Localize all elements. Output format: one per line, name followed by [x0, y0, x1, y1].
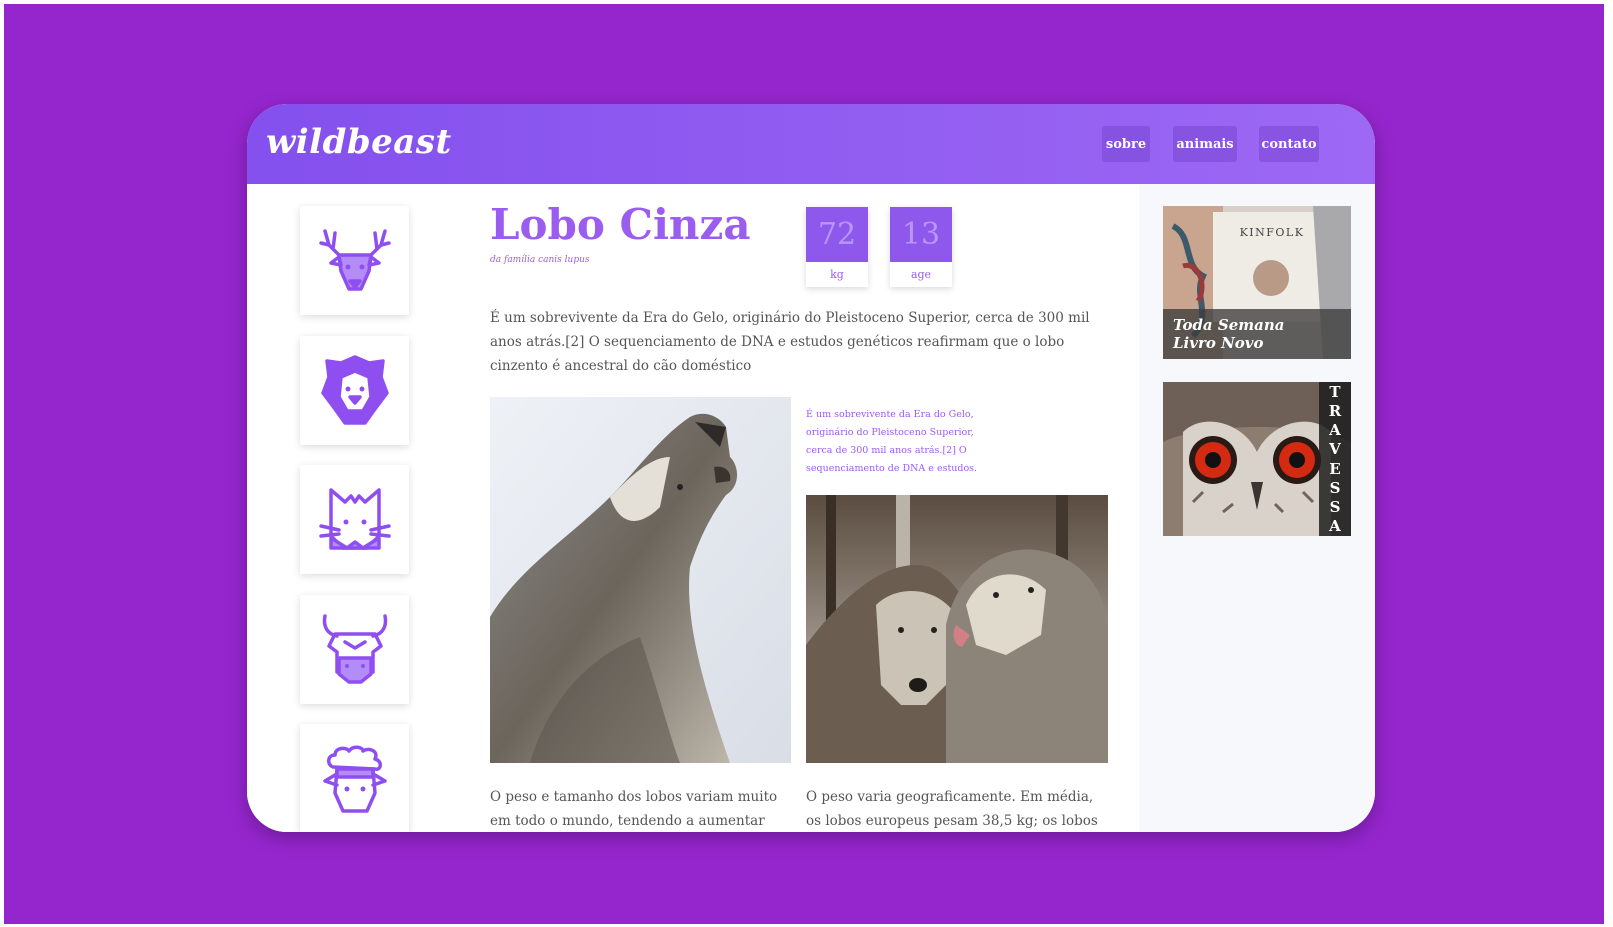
age-unit: age	[910, 268, 932, 281]
sidebar-item-lion[interactable]	[300, 336, 409, 445]
side-quote: É um sobrevivente da Era do Gelo, origin…	[806, 409, 978, 474]
sidebar-item-deer[interactable]	[300, 206, 409, 315]
header-bar: wildbeast sobre animais contato	[247, 104, 1375, 184]
nav-contato[interactable]: contato	[1259, 126, 1319, 162]
age-stat: 13 age	[890, 207, 952, 287]
ad1-line1: Toda Semana	[1173, 316, 1285, 334]
ad-travessa[interactable]: T R A V E S S A	[1163, 382, 1351, 536]
sidebar-item-sheep[interactable]	[300, 724, 409, 832]
sheep-icon	[322, 745, 387, 813]
paragraph-right: O peso varia geograficamente. Em média, …	[806, 789, 1098, 829]
ad2-letter: A	[1329, 516, 1341, 535]
deer-icon	[318, 228, 391, 291]
ad2-letter: E	[1329, 459, 1341, 478]
sidebar-item-cat[interactable]	[300, 465, 409, 574]
wolf-howling-photo	[490, 397, 791, 763]
ad1-brand: KINFOLK	[1240, 226, 1305, 239]
ad1-caption: Toda Semana Livro Novo	[1163, 309, 1351, 359]
weight-unit: kg	[830, 268, 844, 281]
ad2-letter: T	[1329, 383, 1341, 402]
browser-window: wildbeast sobre animais contato Lobo Cin…	[247, 104, 1375, 832]
ad-kinfolk[interactable]: KINFOLK Toda Semana Livro Novo	[1163, 206, 1351, 359]
ad2-band: T R A V E S S A	[1319, 382, 1351, 536]
page-subtitle: da família canis lupus	[490, 255, 590, 265]
age-value: 13	[890, 207, 952, 262]
animal-sidebar	[247, 184, 467, 832]
ad1-line2: Livro Novo	[1173, 334, 1264, 352]
two-wolves-photo	[806, 495, 1108, 763]
nav-animais[interactable]: animais	[1173, 126, 1237, 162]
ad2-letter: V	[1329, 440, 1341, 459]
ad2-letter: R	[1328, 402, 1342, 421]
nav-sobre[interactable]: sobre	[1102, 126, 1150, 162]
cat-icon	[318, 487, 391, 550]
sidebar-item-cow[interactable]	[300, 595, 409, 704]
cow-icon	[322, 613, 387, 684]
paragraph-left: O peso e tamanho dos lobos variam muito …	[490, 789, 778, 829]
main-content: Lobo Cinza da família canis lupus 72 kg …	[467, 184, 1139, 832]
right-column: KINFOLK Toda Semana Livro Novo T R A V E…	[1139, 184, 1375, 832]
weight-stat: 72 kg	[806, 207, 868, 287]
logo[interactable]: wildbeast	[266, 122, 452, 162]
ad2-letter: S	[1329, 478, 1341, 497]
page-background: wildbeast sobre animais contato Lobo Cin…	[4, 4, 1604, 924]
ad2-letter: S	[1329, 497, 1341, 516]
ad2-letter: A	[1329, 421, 1341, 440]
page-title: Lobo Cinza	[490, 200, 751, 249]
lion-icon	[320, 354, 389, 425]
lead-paragraph: É um sobrevivente da Era do Gelo, origin…	[490, 310, 1090, 374]
weight-value: 72	[806, 207, 868, 262]
